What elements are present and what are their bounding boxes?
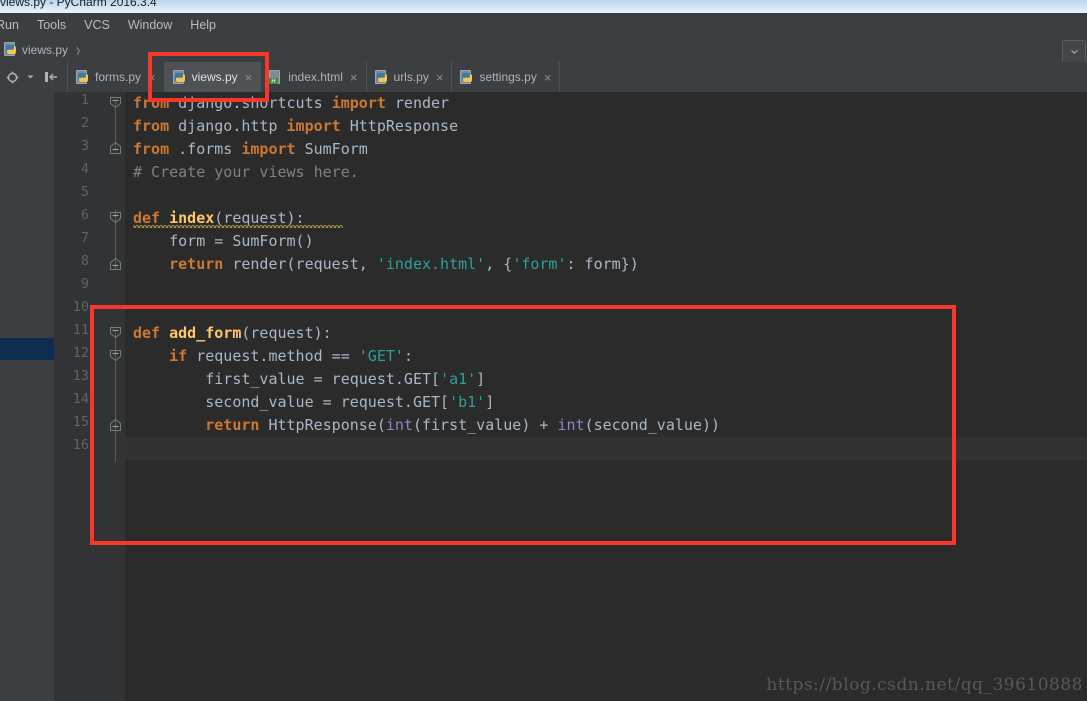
menu-item-tools[interactable]: Tools — [28, 16, 75, 34]
line-number: 8 — [80, 253, 89, 269]
menu-item-help[interactable]: Help — [181, 16, 225, 34]
fold-marker-expand-icon[interactable] — [109, 418, 122, 432]
chevron-down-icon[interactable] — [27, 74, 34, 80]
fold-marker-expand-icon[interactable] — [109, 257, 122, 271]
code-line-3[interactable]: from .forms import SumForm — [133, 138, 368, 161]
minimize-icon — [1070, 49, 1078, 54]
tab-label: urls.py — [393, 70, 429, 84]
line-number: 15 — [72, 414, 89, 430]
svg-text:H: H — [271, 78, 276, 85]
window-title: views.py - PyCharm 2016.3.4 — [0, 0, 157, 9]
tab-forms-py[interactable]: forms.py × — [68, 62, 165, 92]
line-number: 12 — [72, 345, 89, 361]
code-line-12[interactable]: if request.method == 'GET': — [133, 345, 413, 368]
line-number: 6 — [80, 207, 89, 223]
line-number: 11 — [72, 322, 89, 338]
code-line-1[interactable]: from django.shortcuts import render — [133, 92, 449, 115]
menu-item-vcs[interactable]: VCS — [75, 16, 119, 34]
navigation-bar: views.py › — [0, 37, 1087, 63]
caret-line-highlight — [125, 437, 1087, 460]
editor-tab-bar: forms.py × views.py × H index.html × url… — [0, 62, 1087, 93]
fold-marker-collapse-icon[interactable] — [109, 96, 122, 109]
tab-label: views.py — [191, 70, 238, 84]
menu-item-run[interactable]: Run — [0, 16, 28, 34]
line-number: 10 — [72, 299, 89, 315]
code-line-7[interactable]: form = SumForm() — [133, 230, 314, 253]
code-editor[interactable]: 1 2 3 4 5 6 7 8 9 10 11 12 13 14 15 16 f… — [54, 92, 1087, 701]
menu-bar: Run Tools VCS Window Help — [0, 13, 1087, 38]
line-number: 13 — [72, 368, 89, 384]
navbar-minimize-button[interactable] — [1062, 40, 1086, 63]
close-icon[interactable]: × — [544, 70, 552, 85]
line-number: 1 — [80, 92, 89, 108]
code-line-11[interactable]: def add_form(request): — [133, 322, 332, 345]
close-icon[interactable]: × — [350, 70, 358, 85]
gear-icon[interactable] — [6, 70, 21, 85]
line-number-gutter: 1 2 3 4 5 6 7 8 9 10 11 12 13 14 15 16 — [54, 92, 125, 701]
tab-index-html[interactable]: H index.html × — [261, 62, 367, 92]
fold-marker-collapse-icon[interactable] — [109, 326, 122, 339]
fold-marker-expand-icon[interactable] — [109, 141, 122, 155]
tab-urls-py[interactable]: urls.py × — [367, 62, 453, 92]
code-line-4[interactable]: # Create your views here. — [133, 161, 359, 184]
breadcrumb-label: views.py — [22, 42, 69, 57]
watermark-text: https://blog.csdn.net/qq_39610888 — [766, 675, 1083, 695]
html-file-icon: H — [269, 69, 283, 85]
code-line-14[interactable]: second_value = request.GET['b1'] — [133, 391, 494, 414]
tab-label: index.html — [288, 70, 343, 84]
tab-settings-py[interactable]: settings.py × — [452, 62, 561, 92]
menu-item-help-label: Help — [190, 18, 217, 32]
tab-views-py[interactable]: views.py × — [164, 62, 262, 92]
menu-item-window[interactable]: Window — [119, 16, 181, 34]
code-text-area[interactable]: from django.shortcuts import render from… — [125, 92, 1087, 701]
project-selection-band — [0, 338, 54, 360]
python-file-icon — [460, 69, 474, 85]
tab-label: settings.py — [479, 70, 537, 84]
line-number: 14 — [72, 391, 89, 407]
close-icon[interactable]: × — [245, 70, 253, 85]
line-number: 2 — [80, 115, 89, 131]
code-line-8[interactable]: return render(request, 'index.html', {'f… — [133, 253, 639, 276]
breadcrumb-separator: › — [76, 38, 81, 61]
tab-bar-tools — [0, 62, 68, 92]
python-file-icon — [4, 42, 18, 57]
line-number: 9 — [80, 276, 89, 292]
menu-item-window-label: Window — [127, 18, 173, 32]
menu-item-vcs-label: VCS — [84, 18, 110, 32]
fold-marker-collapse-icon[interactable] — [109, 211, 122, 224]
breadcrumb[interactable]: views.py › — [0, 38, 80, 61]
pycharm-window: views.py - PyCharm 2016.3.4 Run Tools VC… — [0, 0, 1087, 701]
line-number: 5 — [80, 184, 89, 200]
python-file-icon — [76, 69, 90, 85]
python-file-icon — [374, 69, 389, 85]
close-icon[interactable]: × — [436, 70, 444, 85]
code-line-15[interactable]: return HttpResponse(int(first_value) + i… — [133, 414, 720, 437]
line-number: 4 — [80, 161, 89, 177]
menu-item-run-label: Run — [0, 18, 19, 32]
code-line-13[interactable]: first_value = request.GET['a1'] — [133, 368, 485, 391]
line-number: 16 — [72, 437, 89, 453]
python-file-icon — [172, 69, 187, 85]
left-tool-strip[interactable] — [0, 92, 54, 701]
collapse-panel-icon[interactable] — [44, 70, 59, 84]
window-title-bar: views.py - PyCharm 2016.3.4 — [0, 0, 1087, 13]
code-line-2[interactable]: from django.http import HttpResponse — [133, 115, 458, 138]
menu-item-tools-label: Tools — [36, 18, 67, 32]
line-number: 7 — [80, 230, 89, 246]
fold-marker-collapse-icon[interactable] — [109, 349, 122, 362]
line-number: 3 — [80, 138, 89, 154]
inspection-squiggle — [133, 225, 343, 228]
close-icon[interactable]: × — [148, 70, 156, 85]
tab-label: forms.py — [95, 70, 142, 84]
